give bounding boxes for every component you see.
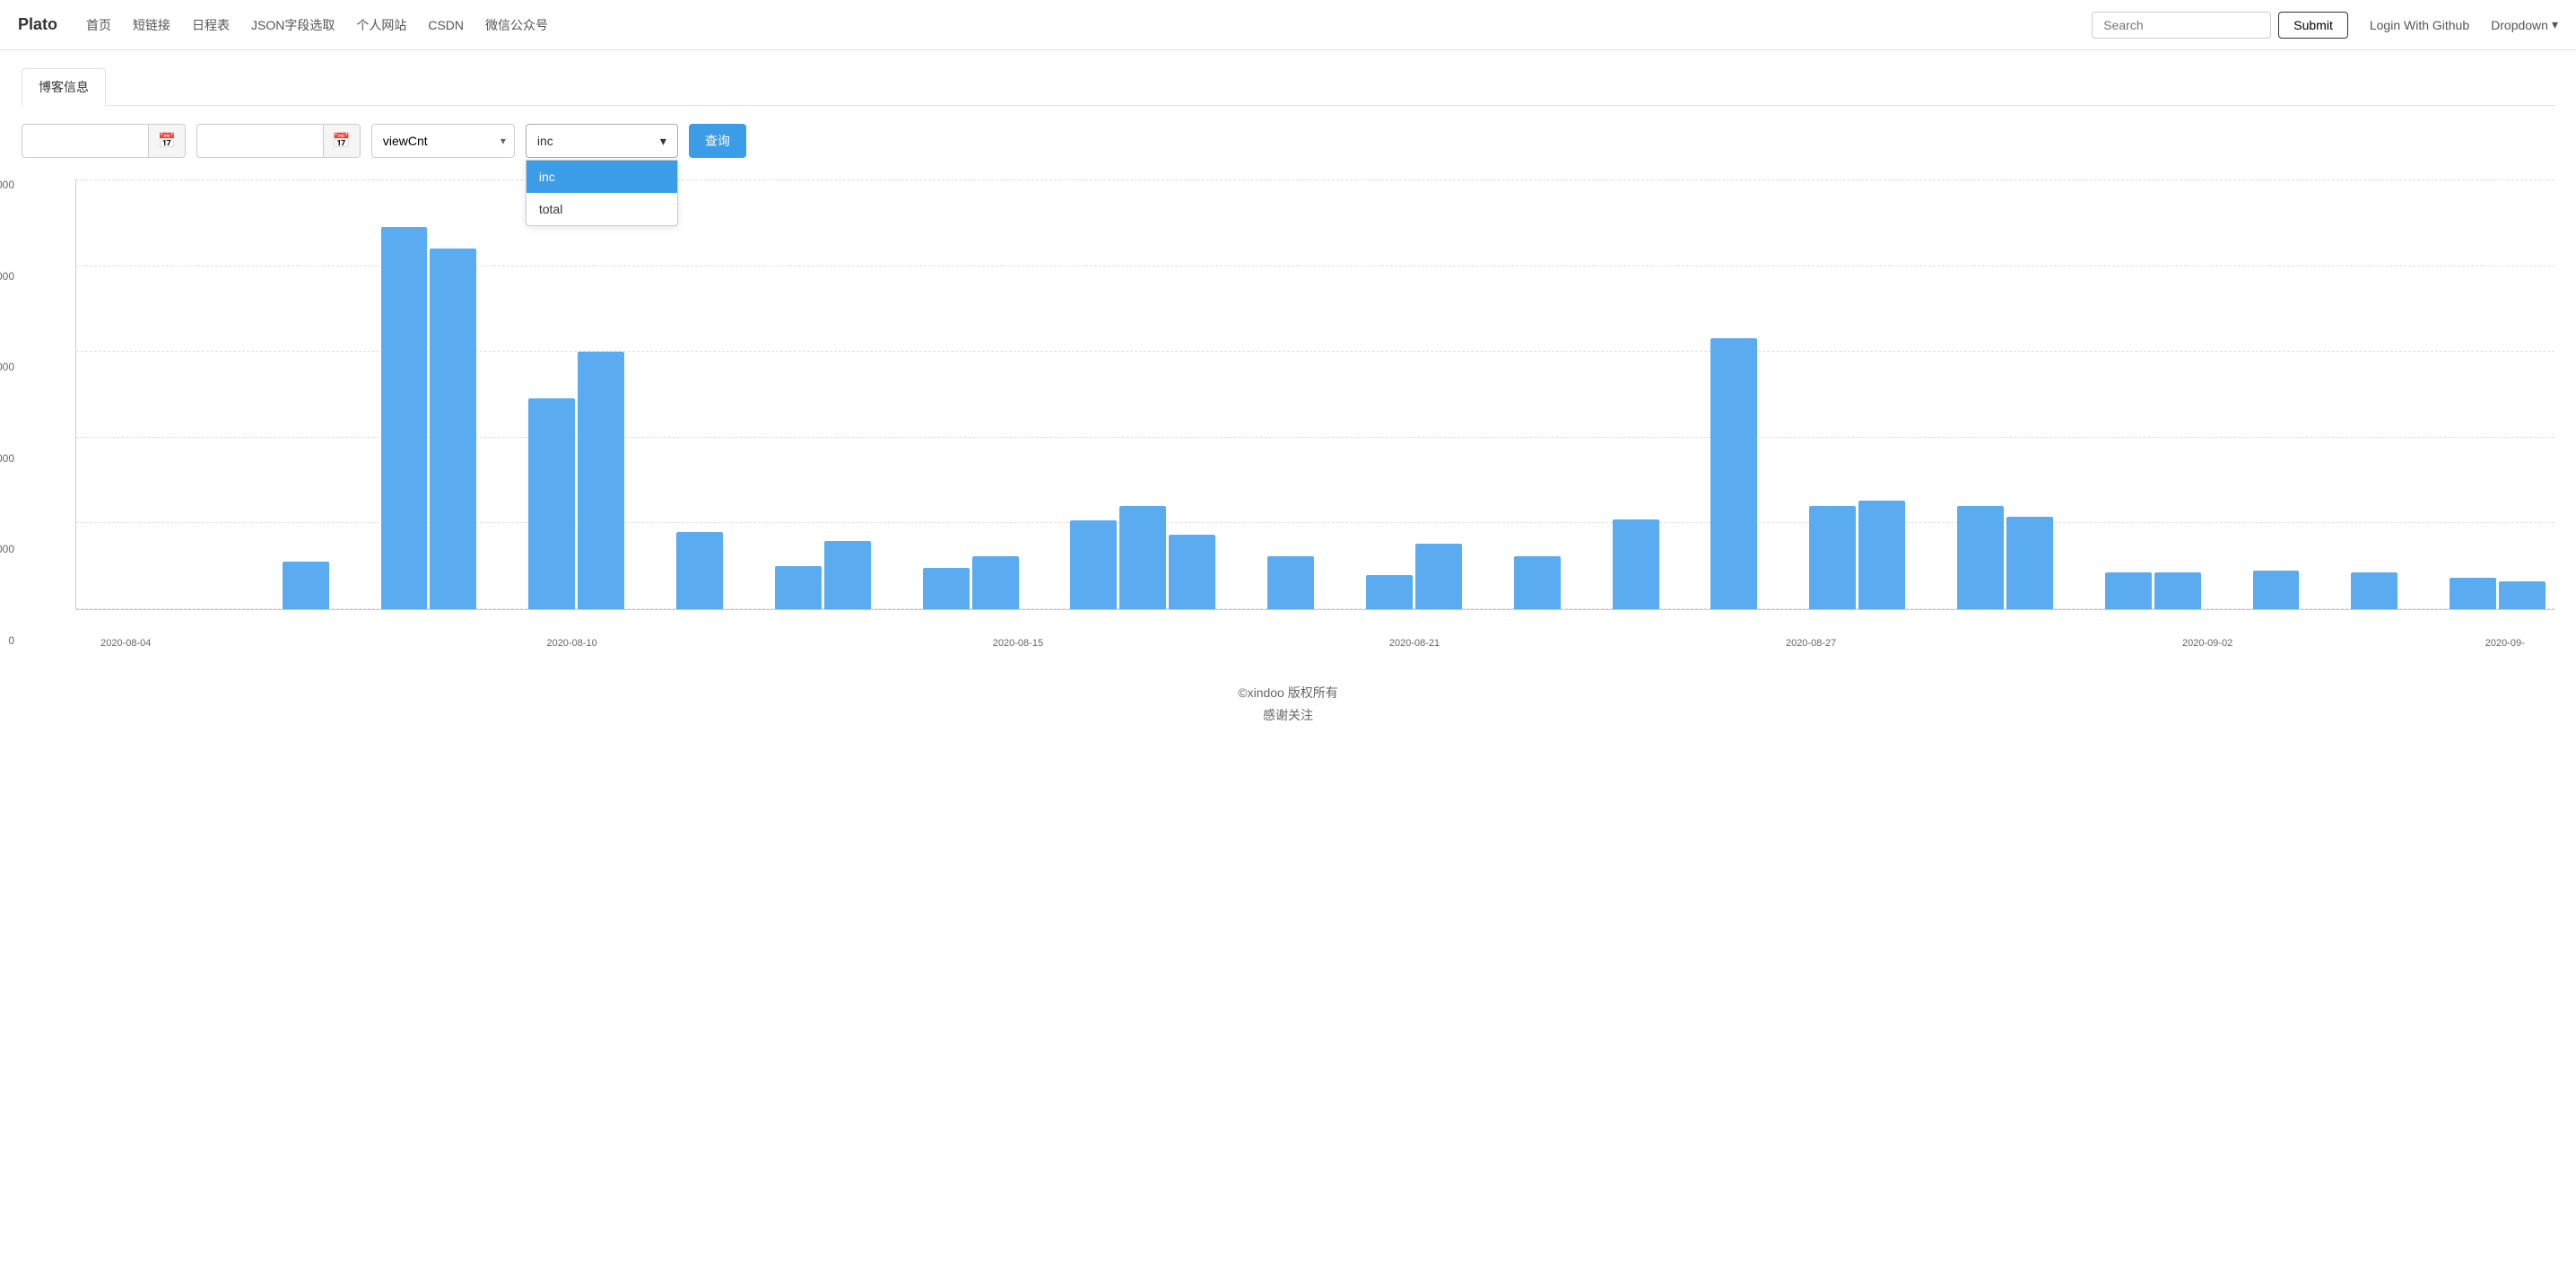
search-input[interactable] — [2092, 12, 2271, 39]
bar-39 — [2006, 517, 2053, 609]
x-label-5: 2020-09-02 — [2182, 638, 2232, 649]
metric-select[interactable]: viewCnt — [371, 124, 515, 158]
bar-18 — [972, 556, 1019, 609]
chevron-down-icon: ▾ — [2552, 17, 2558, 32]
bar-46 — [2351, 572, 2398, 609]
bar-36 — [1858, 501, 1905, 609]
tab-blog-info[interactable]: 博客信息 — [22, 68, 106, 106]
date-input-1-wrap: 📅 — [22, 124, 186, 158]
bar-42 — [2154, 572, 2201, 609]
bar-15 — [824, 541, 871, 609]
navbar-search-area: Submit — [2092, 12, 2348, 39]
bar-17 — [923, 568, 970, 609]
dropdown-button[interactable]: Dropdown ▾ — [2491, 17, 2558, 32]
bar-10 — [578, 352, 624, 609]
bar-9 — [528, 398, 575, 609]
submit-button[interactable]: Submit — [2278, 12, 2348, 39]
x-label-0: 2020-08-04 — [100, 638, 151, 649]
x-label-2: 2020-08-15 — [993, 638, 1043, 649]
query-button[interactable]: 查询 — [689, 124, 746, 158]
x-label-1: 2020-08-10 — [546, 638, 596, 649]
x-label-6: 2020-09- — [2485, 638, 2525, 649]
filter-row: 📅 📅 viewCnt ▾ inc ▾ inc total 查询 — [22, 124, 2554, 158]
inc-selected-value: inc — [537, 134, 553, 148]
x-label-3: 2020-08-21 — [1389, 638, 1440, 649]
chart-inner: 2020-08-04 2020-08-10 2020-08-15 2020-08… — [75, 179, 2554, 610]
bar-14 — [775, 566, 822, 609]
bar-29 — [1514, 556, 1561, 609]
bar-4 — [283, 562, 329, 609]
chart-container: 0 1000 2000 3000 4000 5000 2020-08-04 — [22, 179, 2554, 646]
nav-shortlink[interactable]: 短链接 — [133, 16, 170, 34]
login-link[interactable]: Login With Github — [2370, 18, 2469, 32]
y-axis: 0 1000 2000 3000 4000 5000 — [0, 179, 22, 646]
footer: ©xindoo 版权所有 感谢关注 — [22, 646, 2554, 745]
nav-json[interactable]: JSON字段选取 — [251, 16, 335, 34]
date-input-2-wrap: 📅 — [196, 124, 361, 158]
bar-26 — [1366, 575, 1413, 609]
calendar-icon-2[interactable]: 📅 — [323, 125, 360, 157]
bar-33 — [1710, 338, 1757, 609]
bar-48 — [2450, 578, 2496, 609]
inc-option-total[interactable]: total — [527, 193, 677, 225]
bar-20 — [1070, 520, 1117, 609]
brand-logo[interactable]: Plato — [18, 15, 57, 34]
nav-schedule[interactable]: 日程表 — [192, 16, 230, 34]
bar-7 — [430, 249, 476, 609]
bar-44 — [2253, 571, 2300, 609]
bar-24 — [1267, 556, 1314, 609]
bar-27 — [1415, 544, 1462, 609]
metric-select-wrap: viewCnt ▾ — [371, 124, 515, 158]
footer-copyright: ©xindoo 版权所有 — [22, 682, 2554, 704]
y-label-2: 2000 — [0, 453, 14, 464]
date-input-1[interactable] — [22, 128, 148, 153]
chevron-down-icon: ▾ — [660, 134, 666, 149]
bar-21 — [1119, 506, 1166, 609]
bar-41 — [2105, 572, 2152, 609]
bar-38 — [1957, 506, 2004, 609]
date-input-2[interactable] — [197, 128, 323, 153]
calendar-icon-1[interactable]: 📅 — [148, 125, 185, 157]
inc-dropdown: inc total — [526, 160, 678, 226]
main-content: 博客信息 📅 📅 viewCnt ▾ inc ▾ inc — [0, 50, 2576, 763]
nav-home[interactable]: 首页 — [86, 16, 111, 34]
nav-personal[interactable]: 个人网站 — [356, 16, 406, 34]
x-label-4: 2020-08-27 — [1786, 638, 1836, 649]
bar-49 — [2499, 581, 2546, 609]
nav-csdn[interactable]: CSDN — [428, 18, 464, 32]
y-label-1: 1000 — [0, 544, 14, 554]
bar-22 — [1169, 535, 1215, 609]
inc-select-button[interactable]: inc ▾ — [526, 124, 678, 158]
nav-wechat[interactable]: 微信公众号 — [485, 16, 548, 34]
inc-select-wrap: inc ▾ inc total — [526, 124, 678, 158]
bar-12 — [676, 532, 723, 609]
y-label-4: 4000 — [0, 271, 14, 282]
bar-31 — [1613, 519, 1659, 609]
bars-area — [76, 179, 2554, 609]
y-label-5: 5000 — [0, 179, 14, 190]
tab-bar: 博客信息 — [22, 68, 2554, 106]
inc-option-inc[interactable]: inc — [527, 161, 677, 193]
bar-35 — [1809, 506, 1856, 609]
bar-6 — [381, 227, 428, 609]
y-label-3: 3000 — [0, 362, 14, 372]
navbar: Plato 首页 短链接 日程表 JSON字段选取 个人网站 CSDN 微信公众… — [0, 0, 2576, 50]
y-label-0: 0 — [8, 635, 14, 646]
footer-tagline: 感谢关注 — [22, 704, 2554, 727]
